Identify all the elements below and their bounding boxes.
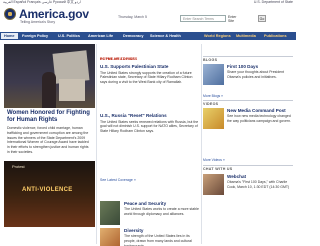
video-body: See how new media technology changed the… (227, 114, 292, 123)
headline-body: The United States strongly supports the … (100, 70, 193, 84)
popular-title[interactable]: Peace and Security (124, 201, 200, 206)
videos-header: VIDEOS (203, 100, 293, 106)
video-thumbnail[interactable] (203, 108, 224, 129)
person-silhouette (42, 72, 56, 108)
lead-photo[interactable] (4, 44, 95, 108)
headline-item[interactable]: U.S., Russia "Reset" Relations The Unite… (100, 113, 199, 133)
lead-headline[interactable]: Women Honored for Fighting for Human Rig… (7, 110, 92, 124)
nav-american-life[interactable]: American Life (88, 33, 113, 39)
column-divider (96, 44, 97, 244)
state-department-link[interactable]: U.S. Department of State (254, 0, 293, 4)
chat-header: CHAT WITH US (203, 165, 293, 171)
video-title[interactable]: New Media Command Post (227, 108, 293, 113)
blogs-header: BLOGS (203, 56, 293, 62)
nav-foreign-policy[interactable]: Foreign Policy (22, 33, 48, 39)
chat-thumbnail[interactable] (203, 174, 224, 195)
sidebar: BLOGS First 100 Days Share your thoughts… (203, 44, 293, 244)
peace-thumbnail[interactable] (100, 201, 120, 225)
main-nav: Home Foreign Policy U.S. Politics Americ… (0, 32, 296, 40)
blog-body: Share your thoughts about President Obam… (227, 70, 285, 79)
state-seal-icon (4, 8, 16, 20)
blog-title[interactable]: First 100 Days (227, 64, 293, 69)
headlines-column: IN THE HEADLINES U.S. Supports Palestini… (98, 44, 201, 246)
nav-home[interactable]: Home (1, 33, 18, 39)
popular-title[interactable]: Diversity (124, 228, 200, 233)
nav-multimedia[interactable]: Multimedia (236, 33, 256, 39)
popular-item[interactable]: Diversity The strength of the United Sta… (100, 228, 199, 246)
lead-story: Women Honored for Fighting for Human Rig… (4, 44, 95, 244)
site-header: America.gov Telling America's Story Thur… (0, 5, 296, 31)
nav-publications[interactable]: Publications (264, 33, 287, 39)
site-tagline: Telling America's Story (20, 20, 56, 24)
second-photo[interactable]: Protest ANTI-VIOLENCE (4, 161, 95, 227)
lead-body: Domestic violence, forced child marriage… (7, 126, 89, 154)
headline-title[interactable]: U.S. Supports Palestinian State (100, 64, 199, 70)
current-date: Thursday, March 5 (118, 15, 147, 19)
chat-body: Obama's "First 100 Days," with Charlie C… (227, 180, 290, 189)
chat-title[interactable]: Webchat (227, 174, 293, 179)
popular-body: The United States works to create a more… (124, 207, 199, 216)
second-photo-title: ANTI-VIOLENCE (22, 187, 73, 193)
nav-democracy[interactable]: Democracy (123, 33, 143, 39)
nav-us-politics[interactable]: U.S. Politics (58, 33, 80, 39)
protest-sign-shape-2 (59, 79, 85, 101)
popular-item[interactable]: Peace and Security The United States wor… (100, 201, 199, 229)
see-latest-link[interactable]: See Latest Coverage » (100, 178, 136, 182)
search-scope[interactable]: Enter Site (228, 15, 240, 23)
popular-section-title: POPULAR TOPICS (100, 57, 136, 61)
column-divider (201, 44, 202, 244)
search-input[interactable]: Enter Search Terms (180, 15, 226, 22)
blog-thumbnail[interactable] (203, 64, 224, 85)
more-videos-link[interactable]: More Videos » (203, 158, 225, 162)
headline-body: The United States seeks renewed relation… (100, 119, 199, 133)
nav-world-regions[interactable]: World Regions (204, 33, 231, 39)
nav-science-health[interactable]: Science & Health (150, 33, 181, 39)
headline-item[interactable]: U.S. Supports Palestinian State The Unit… (100, 64, 199, 84)
second-photo-sub: Protest (12, 164, 25, 169)
headline-title[interactable]: U.S., Russia "Reset" Relations (100, 113, 199, 119)
search-go-button[interactable]: Go (258, 15, 266, 22)
site-logo[interactable]: America.gov (19, 7, 89, 21)
popular-body: The strength of the United States lies i… (124, 234, 192, 246)
diversity-thumbnail[interactable] (100, 228, 120, 246)
more-blogs-link[interactable]: More Blogs » (203, 94, 223, 98)
